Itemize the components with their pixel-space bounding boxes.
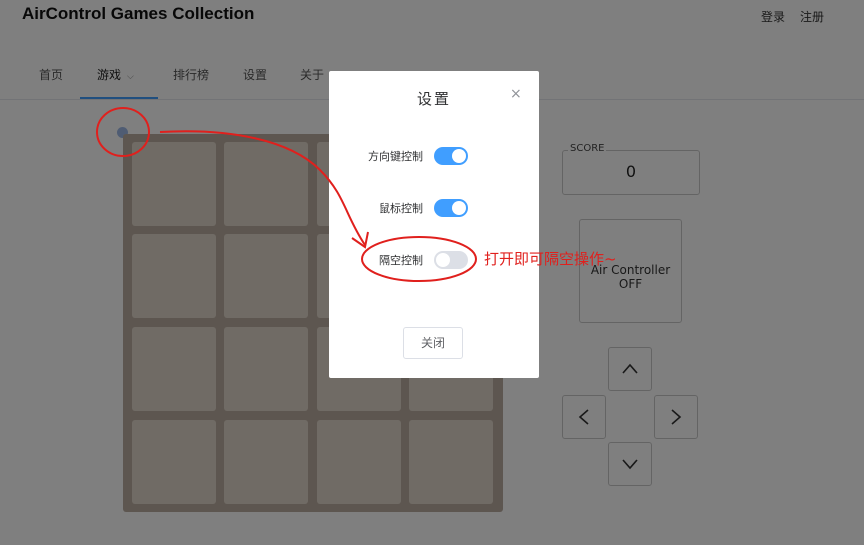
annotation-layer bbox=[96, 107, 477, 282]
page: AirControl Games Collection 登录 注册 首页 游戏⌵… bbox=[0, 0, 864, 545]
annotation-arrowhead bbox=[351, 231, 369, 249]
annotation-circle-dot bbox=[96, 107, 150, 157]
annotation-text: 打开即可隔空操作~ bbox=[484, 250, 617, 268]
annotation-circle-switch bbox=[361, 236, 477, 282]
annotation-arrow bbox=[159, 130, 366, 246]
